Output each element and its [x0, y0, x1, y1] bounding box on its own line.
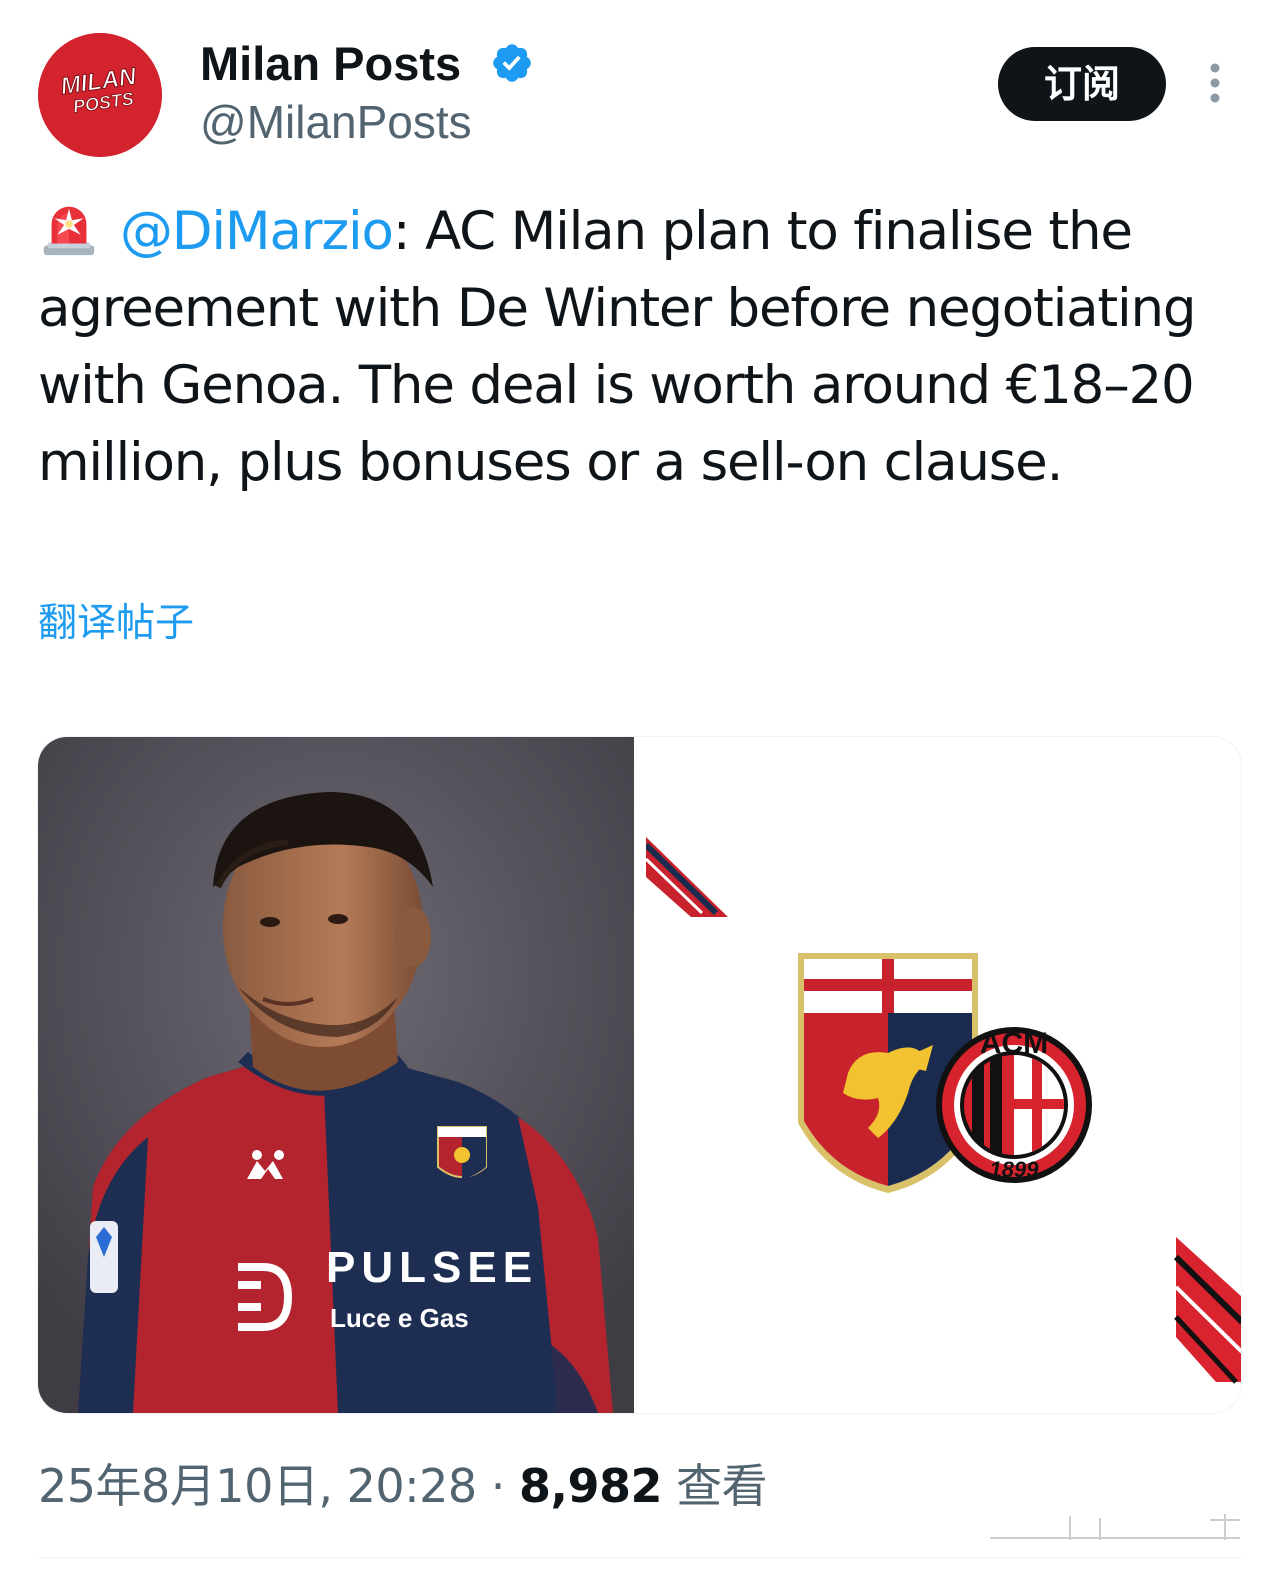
tweet-meta: 25年8月10日, 20:28 · 8,982 查看	[38, 1455, 768, 1517]
player-photo: PULSEE Luce e Gas	[38, 737, 634, 1413]
more-vertical-icon[interactable]	[1200, 62, 1230, 106]
tweet-timestamp[interactable]: 25年8月10日, 20:28	[38, 1459, 477, 1513]
bottom-divider	[38, 1557, 1242, 1558]
milan-crest: ACM 1899	[936, 1027, 1092, 1183]
jersey-sponsor-text: PULSEE	[326, 1243, 538, 1292]
author-handle[interactable]: @MilanPosts	[200, 96, 472, 148]
author-name[interactable]: Milan Posts	[200, 38, 461, 90]
jersey-sponsor-sub-text: Luce e Gas	[330, 1303, 469, 1333]
author-avatar[interactable]: MILAN POSTS	[38, 33, 162, 157]
milan-crest-year-text: 1899	[990, 1157, 1040, 1182]
views-label: 查看	[662, 1459, 768, 1513]
club-crests-graphic: ACM 1899	[646, 737, 1241, 1413]
milan-posts-logo: MILAN POSTS	[38, 33, 162, 157]
media-grid: PULSEE Luce e Gas ACM 1899	[37, 736, 1242, 1414]
verified-badge-icon	[493, 44, 531, 82]
milan-crest-acm-text: ACM	[980, 1027, 1048, 1060]
media-club-crests[interactable]: ACM 1899	[646, 737, 1241, 1413]
watermark-graphic	[990, 1514, 1240, 1540]
media-photo-player[interactable]: PULSEE Luce e Gas	[38, 737, 634, 1413]
rotating-light-siren-icon	[43, 206, 95, 256]
meta-separator: ·	[476, 1459, 520, 1513]
subscribe-button[interactable]: 订阅	[998, 47, 1166, 121]
mention-link[interactable]: @DiMarzio	[120, 201, 394, 262]
translate-post-link[interactable]: 翻译帖子	[38, 600, 194, 648]
view-count: 8,982	[519, 1459, 663, 1513]
tweet-text: @DiMarzio: AC Milan plan to finalise the…	[38, 193, 1253, 501]
